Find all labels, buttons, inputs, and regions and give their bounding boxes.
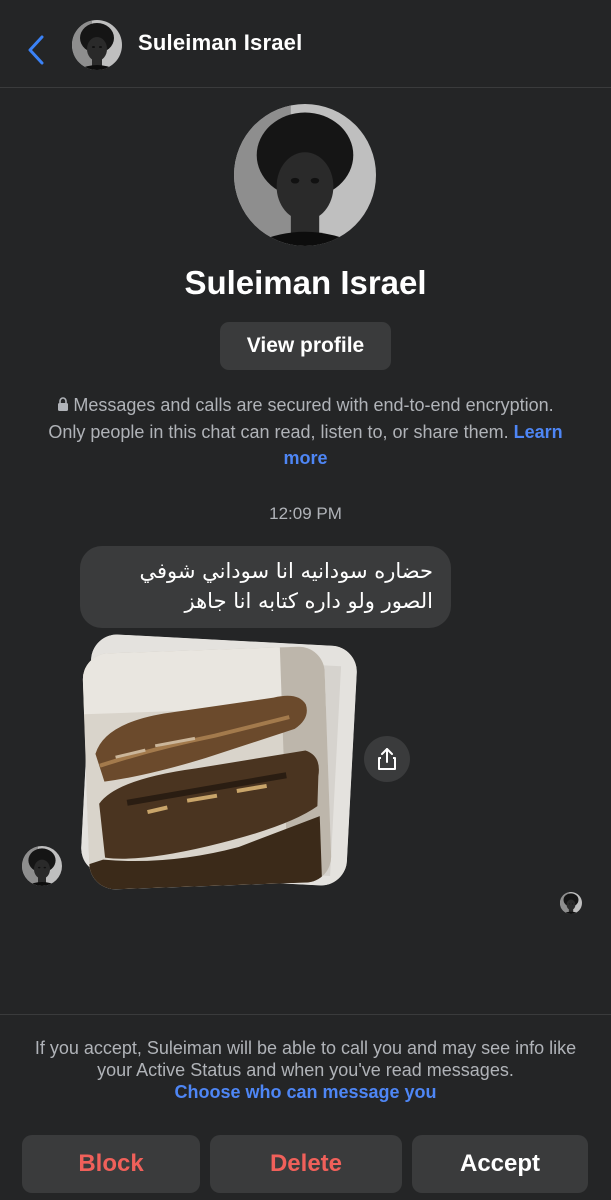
view-profile-button[interactable]: View profile [220, 322, 391, 370]
image-attachment[interactable] [78, 633, 359, 891]
seen-indicator-avatar [560, 892, 582, 914]
share-icon [378, 748, 396, 770]
chat-header: Suleiman Israel [0, 0, 611, 88]
lock-icon [57, 393, 69, 419]
choose-who-can-message-link[interactable]: Choose who can message you [20, 1081, 591, 1103]
header-avatar[interactable] [72, 20, 122, 70]
accept-button[interactable]: Accept [412, 1135, 588, 1193]
encryption-text: Messages and calls are secured with end-… [48, 395, 554, 442]
message-timestamp: 12:09 PM [269, 504, 342, 523]
profile-name: Suleiman Israel [184, 264, 427, 301]
delete-button[interactable]: Delete [210, 1135, 402, 1193]
message-bubble[interactable]: حضاره سودانيه انا سوداني شوفي الصور ولو … [80, 546, 451, 628]
header-contact-name[interactable]: Suleiman Israel [138, 30, 302, 56]
chevron-left-icon [28, 35, 44, 65]
back-button[interactable] [18, 28, 54, 72]
message-request-panel: If you accept, Suleiman will be able to … [0, 1014, 611, 1200]
encryption-notice: Messages and calls are secured with end-… [40, 392, 571, 471]
request-notice: If you accept, Suleiman will be able to … [20, 1037, 591, 1103]
request-text: If you accept, Suleiman will be able to … [34, 1038, 577, 1080]
sender-avatar[interactable] [22, 846, 62, 886]
image-card-front [81, 645, 333, 891]
block-button[interactable]: Block [22, 1135, 200, 1193]
share-button[interactable] [364, 736, 410, 782]
profile-avatar [234, 104, 376, 246]
